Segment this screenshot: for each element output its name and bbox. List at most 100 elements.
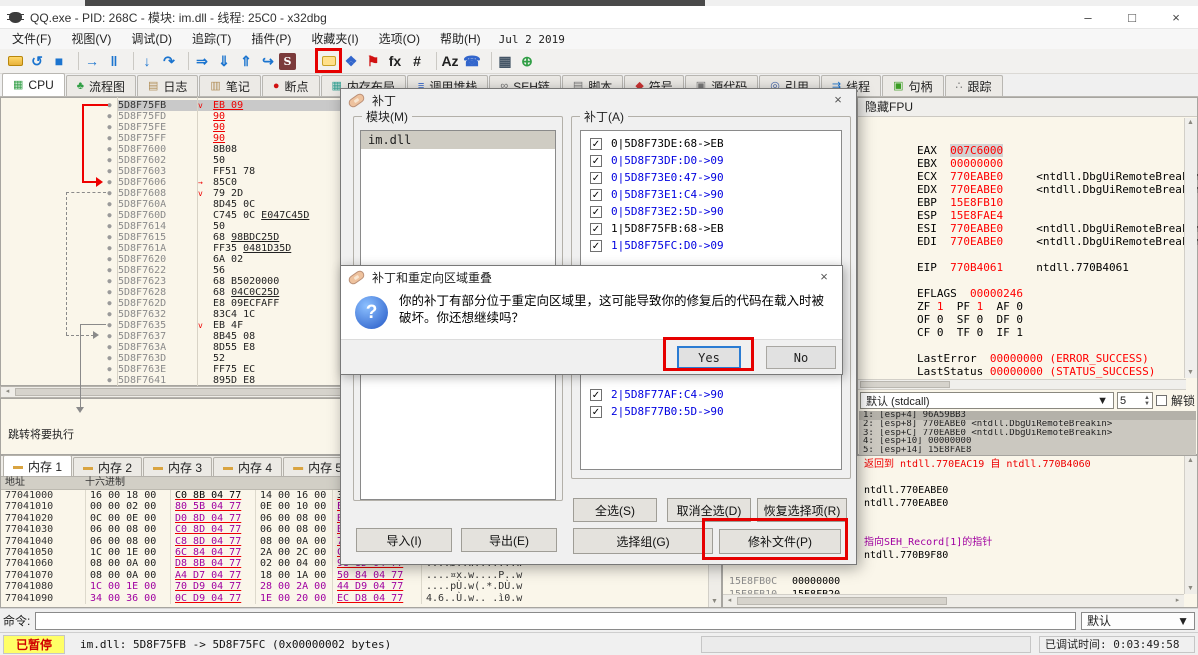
globe-icon[interactable]: ⊕ [516,50,538,72]
module-list-item[interactable]: im.dll [361,131,555,149]
scylla-icon[interactable]: S [279,53,296,70]
breakpoint-dot[interactable]: ● [101,375,118,386]
patch-entry[interactable]: ✓ 0|5D8F73DE:68->EB [581,135,841,152]
breakpoint-dot[interactable]: ● [101,144,118,155]
call-argument[interactable]: 3: [esp+C] 770EABE0 <ntdll.DbgUiRemoteBr… [859,429,1196,438]
tab-dump-4[interactable]: ▬ 内存 4 [213,457,282,476]
tab-graph[interactable]: ♣ 流程图 [66,75,136,96]
separator[interactable] [70,52,79,70]
stop-icon[interactable]: ■ [48,50,70,72]
breakpoint-dot[interactable]: ● [101,276,118,287]
calculator-icon[interactable]: ▦ [494,50,516,72]
breakpoint-dot[interactable]: ● [101,177,118,188]
breakpoint-dot[interactable]: ● [101,309,118,320]
yes-button[interactable]: Yes [677,346,741,369]
minimize-button[interactable]: – [1066,6,1110,29]
label-icon[interactable]: ❖ [340,50,362,72]
breakpoint-dot[interactable]: ● [101,166,118,177]
registers-list[interactable]: EAX 007C6000 EBX 00000000 ECX 770EABE0 <… [858,118,1184,378]
step-over-icon[interactable]: ↷ [158,50,180,72]
bookmark-icon[interactable]: ⚑ [362,50,384,72]
breakpoint-dot[interactable]: ● [101,331,118,342]
restart-icon[interactable]: ↺ [26,50,48,72]
separator[interactable] [428,52,437,70]
menu-item[interactable]: 视图(V) [61,29,121,49]
tab-trace[interactable]: ∴ 跟踪 [945,75,1003,96]
unlock-checkbox[interactable]: 解锁 [1156,392,1195,409]
comment-icon[interactable] [318,50,340,72]
breakpoint-dot[interactable]: ● [101,221,118,232]
menu-item[interactable]: 收藏夹(I) [301,29,368,49]
breakpoint-dot[interactable]: ● [101,133,118,144]
breakpoint-dot[interactable]: ● [101,243,118,254]
breakpoint-dot[interactable]: ● [101,188,118,199]
menu-item[interactable]: 选项(O) [369,29,430,49]
breakpoint-dot[interactable]: ● [101,353,118,364]
checkbox-checked[interactable]: ✓ [590,406,602,418]
run-trace-icon[interactable]: ⇒ [191,50,213,72]
command-profile-dropdown[interactable]: 默认 ▼ [1081,612,1195,630]
call-arguments-list[interactable]: 1: [esp+4] 96A59BB32: [esp+8] 770EABE0 <… [859,411,1196,453]
hide-fpu-button[interactable]: 隐藏FPU [858,98,1197,117]
arg-count-stepper[interactable]: 5 ▲▼ [1117,392,1153,409]
menu-item[interactable]: 文件(F) [2,29,61,49]
checkbox-checked[interactable]: ✓ [590,138,602,150]
patch-entry[interactable]: ✓ 2|5D8F77B0:5D->90 [581,403,841,420]
run-icon[interactable]: → [81,50,103,72]
breakpoint-dot[interactable]: ● [101,298,118,309]
patch-icon[interactable] [296,50,318,72]
export-button[interactable]: 导出(E) [461,528,557,552]
close-button[interactable]: × [1154,6,1198,29]
separator[interactable] [180,52,189,70]
function-icon[interactable]: fx [384,50,406,72]
patch-entry[interactable]: ✓ 1|5D8F75FB:68->EB [581,220,841,237]
menu-item[interactable]: 帮助(H) [430,29,491,49]
patch-entry[interactable]: ✓ 0|5D8F73E1:C4->90 [581,186,841,203]
separator[interactable] [483,52,492,70]
breakpoint-dot[interactable]: ● [101,232,118,243]
maximize-button[interactable]: □ [1110,6,1154,29]
registers-hscrollbar[interactable] [858,379,1186,390]
checkbox-checked[interactable]: ✓ [590,389,602,401]
menu-item[interactable]: 插件(P) [241,29,301,49]
close-icon[interactable]: × [820,89,856,111]
breakpoint-dot[interactable]: ● [101,210,118,221]
calling-convention-dropdown[interactable]: 默认 (stdcall)▼ [860,392,1114,409]
no-button[interactable]: No [766,346,836,369]
dump-row[interactable]: 77041090 34 00 36 00 0C D9 04 77 1E 00 2… [1,593,721,604]
checkbox-checked[interactable]: ✓ [590,172,602,184]
breakpoint-dot[interactable]: ● [101,287,118,298]
step-into-icon[interactable]: ↓ [136,50,158,72]
open-file-icon[interactable] [4,50,26,72]
checkbox-checked[interactable]: ✓ [590,240,602,252]
overlap-dialog-titlebar[interactable]: 补丁和重定向区域重叠 × [341,266,842,288]
tab-breakpoints[interactable]: ● 断点 [262,75,320,96]
breakpoint-dot[interactable]: ● [101,265,118,276]
breakpoint-dot[interactable]: ● [101,342,118,353]
patch-entry[interactable]: ✓ 0|5D8F73DF:D0->09 [581,152,841,169]
breakpoint-dot[interactable]: ● [101,122,118,133]
select-all-button[interactable]: 全选(S) [573,498,657,522]
menu-item[interactable]: 调试(D) [121,29,182,49]
breakpoint-dot[interactable]: ● [101,320,118,331]
close-icon[interactable]: × [806,266,842,288]
tab-handles[interactable]: ▣ 句柄 [882,75,943,96]
checkbox-checked[interactable]: ✓ [590,223,602,235]
breakpoint-dot[interactable]: ● [101,199,118,210]
execute-till-return-icon[interactable]: ⇑ [235,50,257,72]
patch-entry[interactable]: ✓ 1|5D8F75FC:D0->09 [581,237,841,254]
call-argument[interactable]: 4: [esp+10] 00000000 [859,437,1196,446]
tab-log[interactable]: ▤ 日志 [137,75,198,96]
checkbox-checked[interactable]: ✓ [590,189,602,201]
pick-groups-button[interactable]: 选择组(G) [573,528,713,554]
breakpoint-dot[interactable]: ● [101,364,118,375]
stack-row[interactable]: 15E8FB0C 00000000 [724,575,1183,588]
breakpoint-dot[interactable]: ● [101,111,118,122]
patch-entry[interactable]: ✓ 0|5D8F73E2:5D->90 [581,203,841,220]
tab-cpu[interactable]: ▦ CPU [2,73,65,96]
dump-row[interactable]: 77041070 08 00 0A 00 A4 D7 04 77 18 00 1… [1,570,721,581]
tab-dump-1[interactable]: ▬ 内存 1 [3,455,72,476]
hash-icon[interactable]: # [406,50,428,72]
registers-vscrollbar[interactable]: ▲ ▼ [1184,118,1197,378]
phone-icon[interactable]: ☎ [461,50,483,72]
